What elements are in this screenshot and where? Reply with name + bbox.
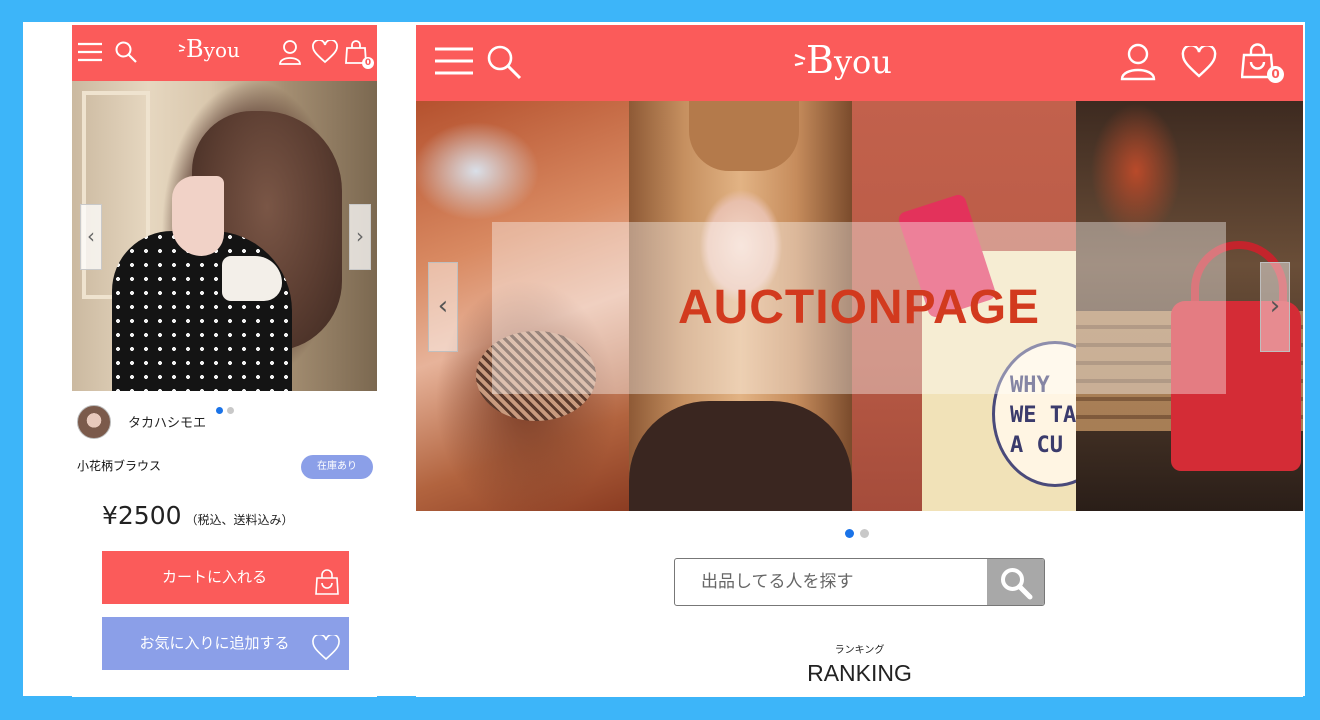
cart-count-badge: 0 (362, 57, 374, 69)
gallery-dot-2[interactable] (227, 407, 234, 414)
banner-dot-1[interactable] (845, 529, 854, 538)
gallery-pagination (216, 399, 238, 418)
banner-title: AUCTIONPAGE (677, 281, 1041, 334)
ranking-subtitle: ランキング (834, 645, 885, 656)
user-icon[interactable] (1120, 43, 1156, 81)
heart-icon[interactable] (312, 40, 338, 64)
price-value: ¥2500 (102, 501, 182, 530)
mobile-header: Byou 0 (72, 25, 377, 81)
price-note: （税込、送料込み） (185, 513, 294, 527)
chevron-left-icon: ‹ (87, 224, 95, 248)
search-submit-button[interactable] (987, 559, 1044, 605)
brand-logo[interactable]: Byou (178, 35, 240, 63)
stock-badge: 在庫あり (301, 455, 373, 479)
heart-icon (312, 630, 340, 683)
banner-prev-button[interactable]: ‹ (428, 262, 458, 352)
product-photo[interactable] (72, 81, 377, 391)
seller-avatar[interactable] (77, 405, 111, 439)
cart-count-badge: 0 (1267, 66, 1284, 83)
chevron-right-icon: › (1269, 291, 1281, 321)
banner-dot-2[interactable] (860, 529, 869, 538)
search-icon[interactable] (114, 40, 138, 64)
shopping-bag-icon (314, 564, 340, 617)
hero-banner[interactable]: WHY WE TA A CU AUCTIONPAGE ‹ › (416, 101, 1303, 511)
add-to-cart-button[interactable]: カートに入れる (102, 551, 349, 604)
product-name: 小花柄ブラウス (77, 459, 162, 473)
search-icon[interactable] (486, 44, 522, 80)
banner-pagination (845, 523, 875, 542)
chevron-right-icon: › (356, 224, 364, 248)
gallery-next-button[interactable]: › (349, 204, 371, 270)
seller-search-box (674, 558, 1045, 606)
menu-icon[interactable] (77, 41, 103, 63)
mobile-product-page: Byou 0 ‹ › タカハシモエ 小花柄ブラウス 在庫あり ¥2500 （税込、… (72, 25, 377, 697)
add-to-favorites-button[interactable]: お気に入りに追加する (102, 617, 349, 670)
add-to-favorites-label: お気に入りに追加する (139, 634, 290, 652)
banner-next-button[interactable]: › (1260, 262, 1290, 352)
user-icon[interactable] (278, 39, 302, 65)
add-to-cart-label: カートに入れる (161, 568, 267, 586)
gallery-dot-1[interactable] (216, 407, 223, 414)
product-price: ¥2500 （税込、送料込み） (102, 501, 294, 530)
desktop-auction-page: Byou 0 WHY WE TA A CU AUCTIONPAGE ‹ › 出品… (416, 25, 1303, 697)
gallery-prev-button[interactable]: ‹ (80, 204, 102, 270)
seller-search-input[interactable] (675, 559, 975, 605)
menu-icon[interactable] (434, 46, 474, 76)
heart-icon[interactable] (1181, 46, 1217, 78)
desktop-header: Byou 0 (416, 25, 1303, 101)
search-icon (999, 566, 1033, 604)
chevron-left-icon: ‹ (437, 291, 449, 321)
seller-name[interactable]: タカハシモエ (128, 412, 206, 431)
brand-logo[interactable]: Byou (794, 38, 892, 82)
ranking-heading: RANKING (807, 660, 912, 686)
